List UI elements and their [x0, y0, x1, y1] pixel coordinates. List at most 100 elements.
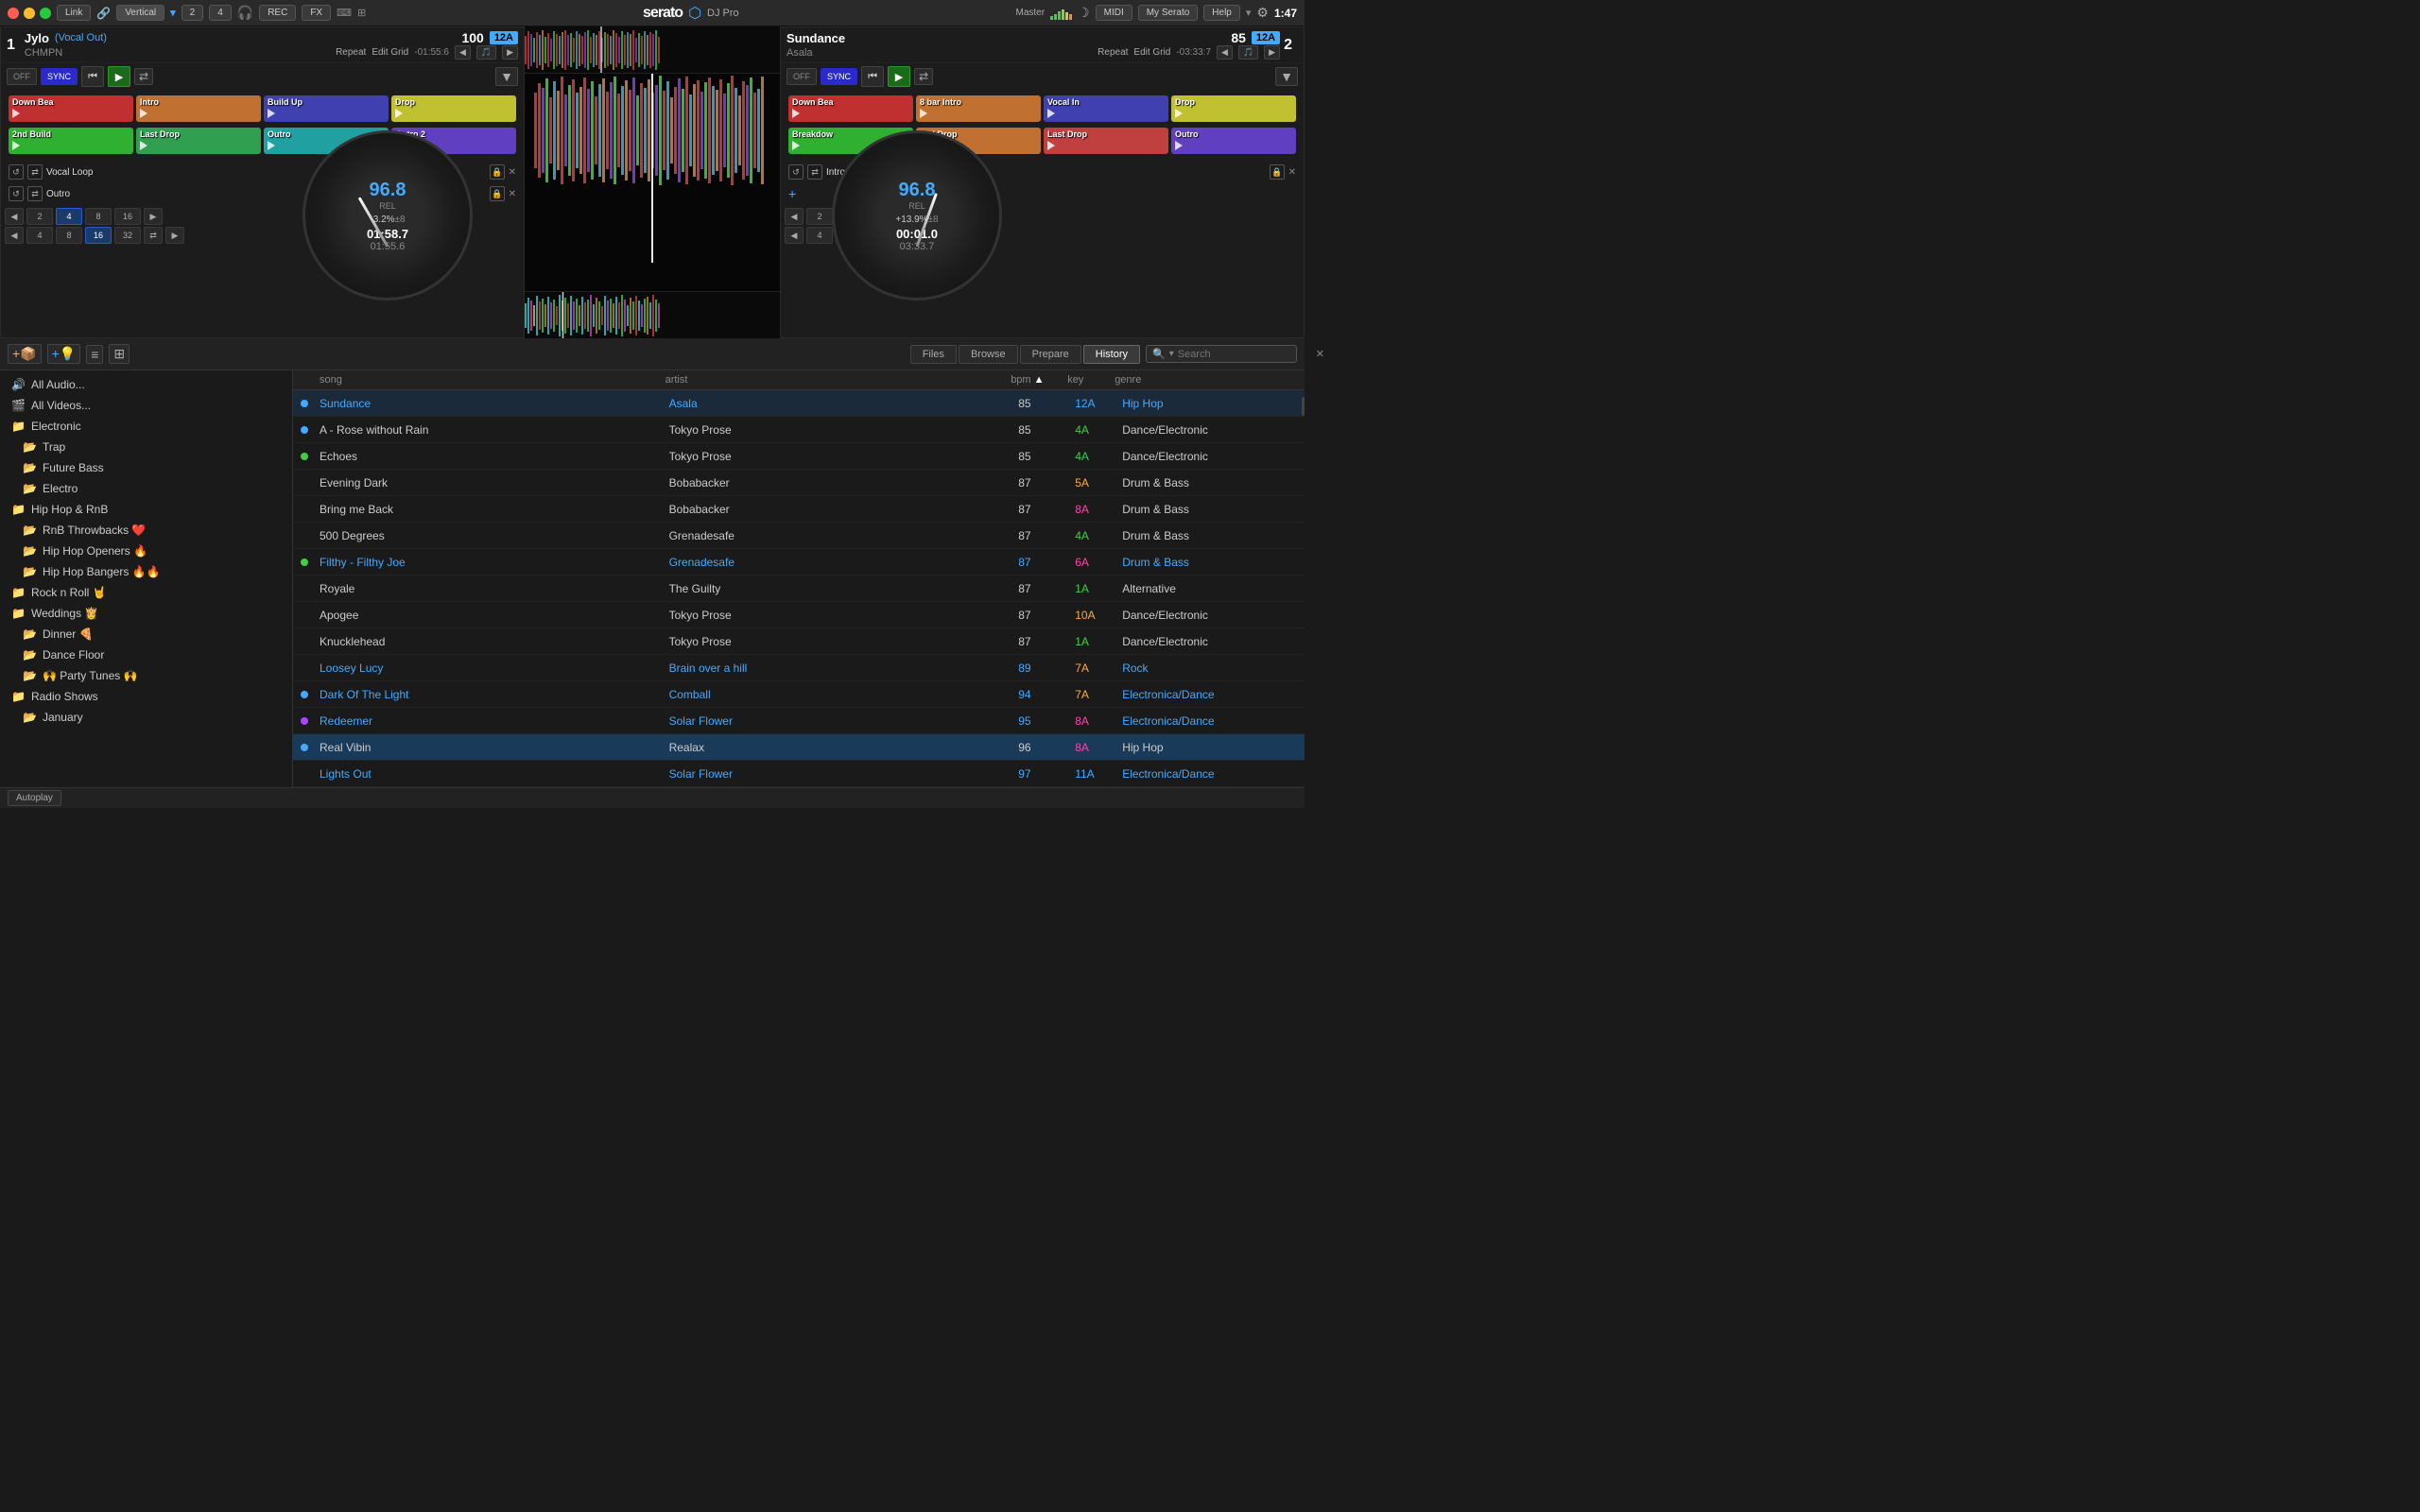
settings-icon[interactable]: ⚙ — [1256, 5, 1269, 21]
track-row[interactable]: Filthy - Filthy Joe Grenadesafe 87 6A Dr… — [293, 549, 1305, 576]
track-row[interactable]: Dark Of The Light Comball 94 7A Electron… — [293, 681, 1305, 708]
deck1-loop2-reload-icon[interactable]: ↺ — [9, 186, 24, 201]
deck1-loop-btn[interactable]: ⇄ — [134, 68, 153, 85]
add-smartcrate-btn[interactable]: +💡 — [47, 344, 81, 364]
tab-browse[interactable]: Browse — [959, 345, 1018, 364]
sidebar-item-electronic[interactable]: 📁 Electronic — [0, 416, 292, 437]
deck2-platter[interactable]: 96.8 REL +13.9% ±8 00:01.0 03:33.7 — [832, 130, 1002, 301]
deck1-range-4b[interactable]: 4 — [26, 227, 53, 244]
deck1-loop-1-close[interactable]: ✕ — [509, 167, 516, 178]
sidebar-item-all-videos[interactable]: 🎬 All Videos... — [0, 395, 292, 416]
deck1-cue-last-drop[interactable]: Last Drop — [136, 128, 261, 154]
deck2-repeat[interactable]: Repeat — [1098, 47, 1128, 58]
sidebar-item-all-audio[interactable]: 🔊 All Audio... — [0, 374, 292, 395]
close-button[interactable] — [8, 8, 19, 19]
deck2-cue-outro[interactable]: Outro — [1171, 128, 1296, 154]
track-row[interactable]: 500 Degrees Grenadesafe 87 4A Drum & Bas… — [293, 523, 1305, 549]
deck1-range-16b[interactable]: 16 — [85, 227, 112, 244]
deck1-eq-btn[interactable]: ▼ — [495, 67, 518, 86]
track-row[interactable]: Sundance Asala 85 12A Hip Hop — [293, 390, 1305, 417]
sidebar-item-january[interactable]: 📂 January — [11, 707, 292, 728]
deck2-prev-track-btn[interactable]: ⏮ — [861, 66, 884, 87]
track-row[interactable]: Knucklehead Tokyo Prose 87 1A Dance/Elec… — [293, 628, 1305, 655]
deck1-cue-build-up[interactable]: Build Up — [264, 95, 389, 122]
track-row[interactable]: Echoes Tokyo Prose 85 4A Dance/Electroni… — [293, 443, 1305, 470]
rec-button[interactable]: REC — [259, 5, 296, 21]
list-view-btn[interactable]: ≡ — [86, 345, 103, 364]
deck1-range-8[interactable]: 8 — [85, 208, 112, 225]
deck1-cue-down-bea[interactable]: Down Bea — [9, 95, 133, 122]
layout-select[interactable]: Vertical — [116, 5, 164, 21]
sidebar-item-hiphop[interactable]: 📁 Hip Hop & RnB — [0, 499, 292, 520]
deck1-range-next-1[interactable]: ▶ — [144, 208, 163, 225]
deck4-btn[interactable]: 4 — [209, 5, 232, 21]
deck1-range-16[interactable]: 16 — [114, 208, 141, 225]
deck1-range-next-2[interactable]: ▶ — [165, 227, 184, 244]
search-clear-icon[interactable]: ✕ — [1316, 348, 1324, 360]
sidebar-item-electro[interactable]: 📂 Electro — [11, 478, 292, 499]
deck2-range-prev-1[interactable]: ◀ — [785, 208, 804, 225]
deck1-track-btn[interactable]: 🎵 — [476, 45, 496, 60]
deck2-range-2[interactable]: 2 — [806, 208, 833, 225]
deck2-cue-drop[interactable]: Drop — [1171, 95, 1296, 122]
track-row[interactable]: Loosey Lucy Brain over a hill 89 7A Rock — [293, 655, 1305, 681]
deck1-next-btn[interactable]: ▶ — [502, 45, 518, 60]
maximize-button[interactable] — [40, 8, 51, 19]
track-row[interactable]: Redeemer Solar Flower 95 8A Electronica/… — [293, 708, 1305, 734]
deck1-sync-btn[interactable]: SYNC — [41, 68, 78, 85]
search-input[interactable] — [1178, 349, 1312, 360]
header-bpm[interactable]: bpm ▲ — [1011, 374, 1067, 386]
add-crate-btn[interactable]: +📦 — [8, 344, 42, 364]
sidebar-item-trap[interactable]: 📂 Trap — [11, 437, 292, 457]
sidebar-item-future-bass[interactable]: 📂 Future Bass — [11, 457, 292, 478]
deck2-next-btn[interactable]: ▶ — [1264, 45, 1280, 60]
deck1-cue-2nd-build[interactable]: 2nd Build — [9, 128, 133, 154]
deck1-cue-drop[interactable]: Drop — [391, 95, 516, 122]
deck2-loop-1-close[interactable]: ✕ — [1288, 167, 1296, 178]
tab-files[interactable]: Files — [910, 345, 957, 364]
sidebar-item-hiphop-bangers[interactable]: 📂 Hip Hop Bangers 🔥🔥 — [11, 561, 292, 582]
sidebar-item-hiphop-openers[interactable]: 📂 Hip Hop Openers 🔥 — [11, 541, 292, 561]
sidebar-item-weddings[interactable]: 📁 Weddings 👸 — [0, 603, 292, 624]
sidebar-item-rocknroll[interactable]: 📁 Rock n Roll 🤘 — [0, 582, 292, 603]
album-view-btn[interactable]: ⊞ — [109, 344, 130, 364]
fx-button[interactable]: FX — [302, 5, 331, 21]
deck2-cue-last-drop[interactable]: Last Drop — [1044, 128, 1168, 154]
my-serato-button[interactable]: My Serato — [1138, 5, 1199, 21]
deck2-play-btn[interactable]: ▶ — [888, 66, 910, 87]
deck1-loop-sync-icon[interactable]: ⇄ — [27, 164, 43, 180]
deck2-add-loop-btn[interactable]: + — [788, 186, 796, 201]
autoplay-button[interactable]: Autoplay — [8, 790, 61, 806]
deck2-edit-grid[interactable]: Edit Grid — [1133, 47, 1170, 58]
deck2-loop-reload-icon[interactable]: ↺ — [788, 164, 804, 180]
sidebar-item-radio-shows[interactable]: 📁 Radio Shows — [0, 686, 292, 707]
deck1-prev-track-btn[interactable]: ⏮ — [81, 66, 104, 87]
tab-prepare[interactable]: Prepare — [1020, 345, 1081, 364]
track-row[interactable]: Evening Dark Bobabacker 87 5A Drum & Bas… — [293, 470, 1305, 496]
deck2-loop-sync-icon[interactable]: ⇄ — [807, 164, 822, 180]
track-row[interactable]: Lights Out Solar Flower 97 11A Electroni… — [293, 761, 1305, 787]
deck1-loop-reload-icon[interactable]: ↺ — [9, 164, 24, 180]
deck1-repeat[interactable]: Repeat — [336, 47, 366, 58]
deck2-prev-btn[interactable]: ◀ — [1217, 45, 1233, 60]
minimize-button[interactable] — [24, 8, 35, 19]
sidebar-item-dance-floor[interactable]: 📂 Dance Floor — [11, 644, 292, 665]
deck1-range-prev-2[interactable]: ◀ — [5, 227, 24, 244]
deck1-loop2-sync-icon[interactable]: ⇄ — [27, 186, 43, 201]
deck2-btn[interactable]: 2 — [182, 5, 204, 21]
track-row[interactable]: Royale The Guilty 87 1A Alternative — [293, 576, 1305, 602]
deck2-loop-lock-icon[interactable]: 🔒 — [1270, 164, 1285, 180]
header-key[interactable]: key — [1067, 374, 1115, 386]
deck1-off-btn[interactable]: OFF — [7, 68, 37, 85]
sidebar-item-party-tunes[interactable]: 📂 🙌 Party Tunes 🙌 — [11, 665, 292, 686]
track-row[interactable]: Apogee Tokyo Prose 87 10A Dance/Electron… — [293, 602, 1305, 628]
deck2-range-prev-2[interactable]: ◀ — [785, 227, 804, 244]
deck1-play-btn[interactable]: ▶ — [108, 66, 130, 87]
header-genre[interactable]: genre — [1115, 374, 1288, 386]
deck1-range-prev-1[interactable]: ◀ — [5, 208, 24, 225]
track-row[interactable]: A - Rose without Rain Tokyo Prose 85 4A … — [293, 417, 1305, 443]
header-artist[interactable]: artist — [666, 374, 1011, 386]
deck1-edit-grid[interactable]: Edit Grid — [372, 47, 408, 58]
sidebar-item-rnb-throwbacks[interactable]: 📂 RnB Throwbacks ❤️ — [11, 520, 292, 541]
deck2-loop-btn[interactable]: ⇄ — [914, 68, 933, 85]
